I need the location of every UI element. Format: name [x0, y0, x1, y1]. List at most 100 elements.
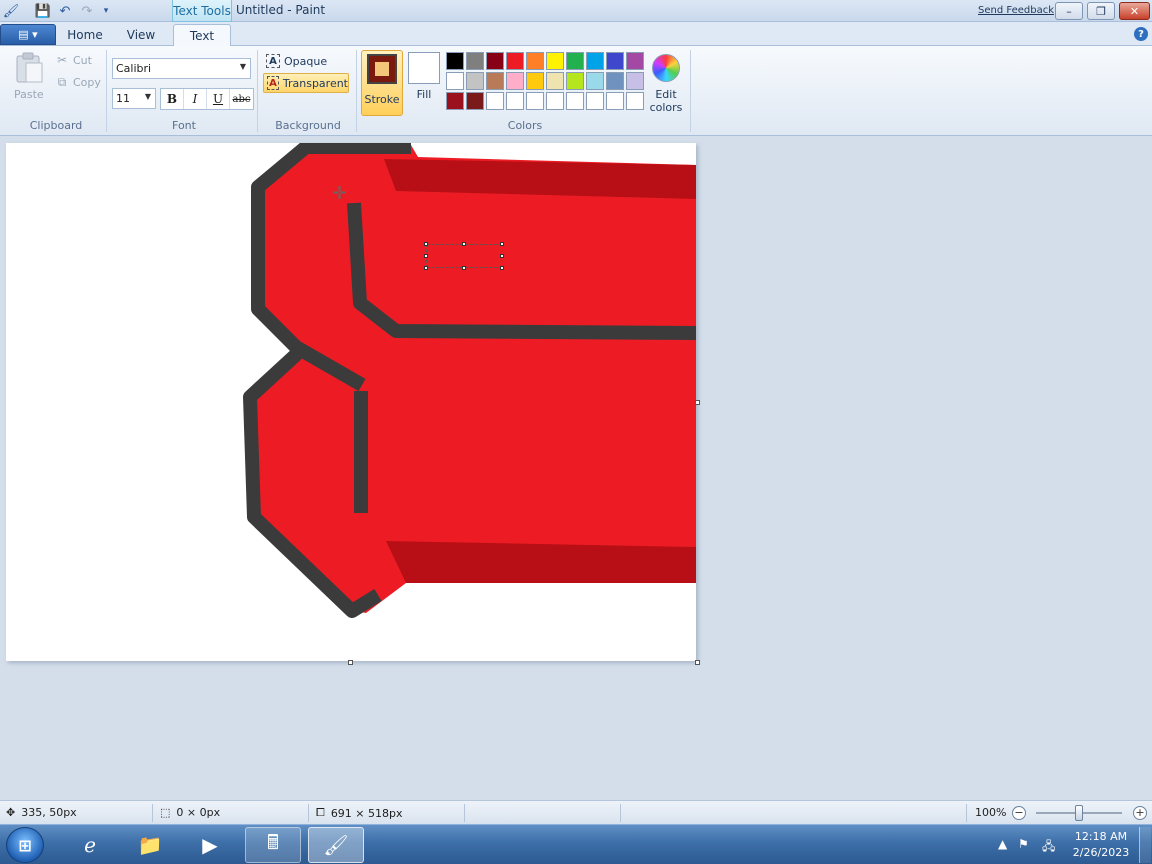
- tab-view[interactable]: View: [118, 24, 164, 46]
- paint-menu-button[interactable]: ▤ ▾: [0, 24, 56, 45]
- paint-taskbar-icon[interactable]: 🖌: [308, 827, 364, 863]
- zoom-out-button[interactable]: −: [1012, 806, 1026, 820]
- text-input-box[interactable]: [424, 242, 504, 270]
- windows-logo-icon: ⊞: [18, 835, 32, 855]
- quick-access-dropdown-icon[interactable]: ▾: [97, 2, 115, 20]
- font-size-select[interactable]: 11 ▼: [112, 88, 156, 109]
- palette-swatch[interactable]: [466, 92, 484, 110]
- stroke-color-button[interactable]: Stroke: [361, 50, 403, 116]
- show-hidden-icons-icon[interactable]: ▲: [998, 837, 1007, 851]
- start-button[interactable]: ⊞: [6, 827, 44, 863]
- palette-swatch[interactable]: [466, 72, 484, 90]
- canvas-resize-handle-corner[interactable]: [695, 660, 700, 665]
- resize-handle[interactable]: [462, 266, 466, 270]
- copy-icon: ⧉: [57, 75, 67, 89]
- palette-swatch[interactable]: [446, 52, 464, 70]
- palette-swatch[interactable]: [506, 72, 524, 90]
- palette-swatch[interactable]: [586, 52, 604, 70]
- palette-swatch[interactable]: [606, 92, 624, 110]
- palette-swatch[interactable]: [446, 72, 464, 90]
- close-button[interactable]: ✕: [1119, 2, 1150, 20]
- palette-swatch[interactable]: [486, 92, 504, 110]
- palette-swatch[interactable]: [526, 52, 544, 70]
- palette-swatch[interactable]: [546, 52, 564, 70]
- palette-swatch[interactable]: [566, 92, 584, 110]
- media-player-icon[interactable]: ▶: [182, 827, 238, 863]
- calculator-icon[interactable]: 🖩: [245, 827, 301, 863]
- palette-swatch[interactable]: [506, 52, 524, 70]
- resize-handle[interactable]: [500, 242, 504, 246]
- palette-swatch[interactable]: [486, 52, 504, 70]
- font-family-select[interactable]: Calibri ▼: [112, 58, 251, 79]
- maximize-button[interactable]: ❐: [1087, 2, 1115, 20]
- show-desktop-button[interactable]: [1139, 827, 1151, 863]
- action-center-flag-icon[interactable]: ⚑: [1018, 837, 1029, 851]
- color-wheel-icon[interactable]: [652, 54, 680, 82]
- resize-handle[interactable]: [500, 266, 504, 270]
- canvas-size-icon: ⧠: [316, 806, 325, 819]
- file-explorer-icon[interactable]: 📁: [122, 827, 178, 863]
- undo-icon[interactable]: ↶: [56, 2, 74, 20]
- palette-swatch[interactable]: [526, 92, 544, 110]
- send-feedback-link[interactable]: Send Feedback: [978, 5, 1054, 16]
- canvas-resize-handle-bottom[interactable]: [348, 660, 353, 665]
- tab-home[interactable]: Home: [62, 24, 108, 46]
- bold-button[interactable]: B: [161, 89, 184, 109]
- clock[interactable]: 12:18 AM 2/26/2023: [1068, 829, 1134, 861]
- palette-swatch[interactable]: [626, 92, 644, 110]
- strikethrough-button[interactable]: abc: [230, 89, 253, 109]
- edit-colors-button[interactable]: Edit colors: [644, 88, 688, 114]
- resize-handle[interactable]: [424, 266, 428, 270]
- paint-app-icon[interactable]: 🖌: [2, 2, 20, 20]
- palette-swatch[interactable]: [566, 72, 584, 90]
- minimize-button[interactable]: –: [1055, 2, 1083, 20]
- palette-swatch[interactable]: [606, 72, 624, 90]
- drawing-canvas[interactable]: ✛: [6, 143, 696, 661]
- stroke-label: Stroke: [364, 93, 400, 106]
- palette-swatch[interactable]: [466, 52, 484, 70]
- resize-handle[interactable]: [424, 242, 428, 246]
- help-icon[interactable]: ?: [1134, 27, 1148, 41]
- copy-button[interactable]: ⧉ Copy: [55, 75, 101, 90]
- palette-swatch[interactable]: [546, 92, 564, 110]
- resize-handle[interactable]: [462, 242, 466, 246]
- status-bar: ✥ 335, 50px ⬚ 0 × 0px ⧠ 691 × 518px 100%…: [0, 800, 1152, 824]
- palette-swatch[interactable]: [606, 52, 624, 70]
- palette-swatch[interactable]: [446, 92, 464, 110]
- underline-button[interactable]: U: [207, 89, 230, 109]
- zoom-in-button[interactable]: +: [1133, 806, 1147, 820]
- palette-swatch[interactable]: [506, 92, 524, 110]
- paste-button-label[interactable]: Paste: [14, 88, 44, 101]
- palette-swatch[interactable]: [486, 72, 504, 90]
- tab-text[interactable]: Text: [173, 24, 231, 47]
- move-cursor-icon: ✥: [6, 806, 16, 819]
- canvas-resize-handle-right[interactable]: [695, 400, 700, 405]
- palette-swatch[interactable]: [566, 52, 584, 70]
- opaque-option[interactable]: A Opaque: [263, 51, 349, 71]
- cut-button[interactable]: ✂ Cut: [55, 53, 92, 67]
- palette-swatch[interactable]: [586, 72, 604, 90]
- palette-swatch[interactable]: [586, 92, 604, 110]
- opaque-icon: A: [266, 54, 280, 68]
- resize-handle[interactable]: [500, 254, 504, 258]
- paste-icon[interactable]: [14, 52, 44, 84]
- redo-icon[interactable]: ↷: [78, 2, 96, 20]
- crosshair-cursor-icon: ✛: [332, 183, 348, 204]
- internet-explorer-icon[interactable]: ℯ: [62, 827, 118, 863]
- zoom-slider-thumb[interactable]: [1075, 805, 1083, 821]
- italic-button[interactable]: I: [184, 89, 207, 109]
- save-icon[interactable]: 💾: [34, 2, 52, 20]
- clipboard-group-label: Clipboard: [29, 119, 83, 132]
- zoom-level: 100%: [975, 806, 1007, 819]
- palette-swatch[interactable]: [546, 72, 564, 90]
- canvas-workspace: ✛: [0, 137, 1152, 799]
- status-separator: [152, 804, 153, 822]
- font-group-label: Font: [172, 119, 196, 132]
- transparent-option[interactable]: A Transparent: [263, 73, 349, 93]
- palette-swatch[interactable]: [626, 52, 644, 70]
- resize-handle[interactable]: [424, 254, 428, 258]
- network-icon[interactable]: 🖧: [1042, 837, 1055, 858]
- palette-swatch[interactable]: [526, 72, 544, 90]
- fill-color-button[interactable]: [408, 52, 440, 84]
- palette-swatch[interactable]: [626, 72, 644, 90]
